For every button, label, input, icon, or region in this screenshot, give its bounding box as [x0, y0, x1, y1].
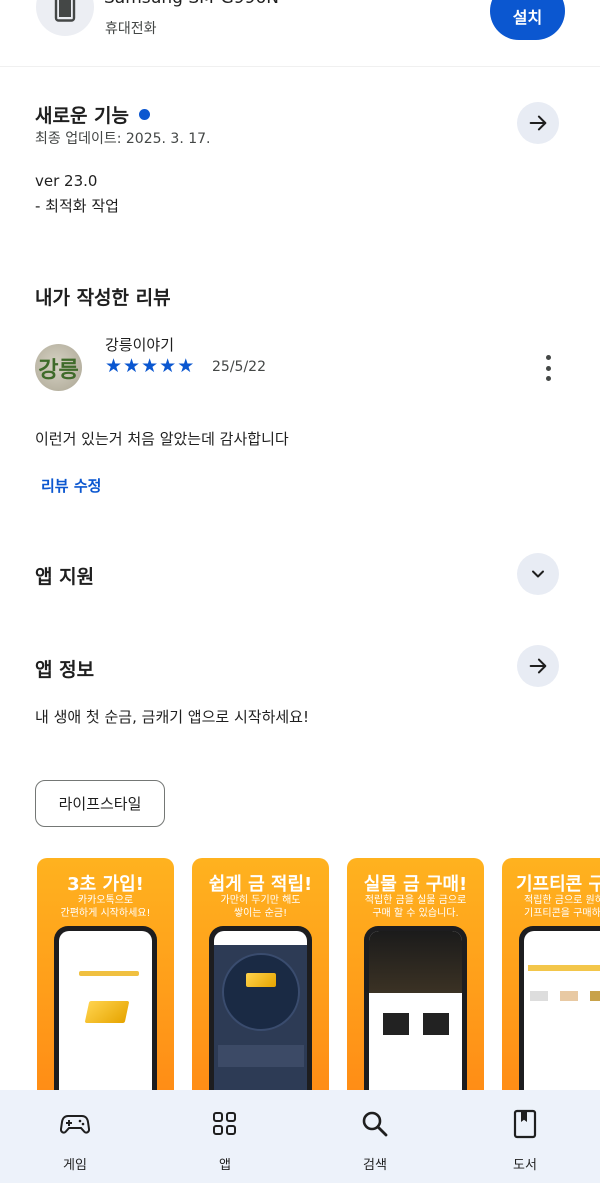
screenshot-title: 3초 가입! — [67, 874, 144, 895]
arrow-right-icon — [529, 115, 547, 131]
screenshot-1[interactable]: 3초 가입! 카카오톡으로 간편하게 시작하세요! — [37, 858, 174, 1108]
new-indicator-dot — [139, 109, 151, 120]
app-support-title[interactable]: 앱 지원 — [35, 562, 94, 589]
nav-label: 게임 — [63, 1158, 87, 1173]
device-type: 휴대전화 — [105, 21, 157, 37]
phone-screen — [59, 931, 152, 1108]
brand-logo — [560, 991, 578, 1001]
category-chip[interactable]: 라이프스타일 — [35, 780, 165, 827]
review-more-options-icon[interactable] — [538, 354, 558, 382]
review-rating-stars: ★ ★ ★ ★ ★ — [105, 356, 194, 376]
whats-new-arrow-button[interactable] — [517, 102, 559, 144]
nav-item-games[interactable]: 게임 — [0, 1090, 150, 1183]
screenshot-title: 실물 금 구매! — [363, 874, 468, 895]
whats-new-title[interactable]: 새로운 기능 — [35, 101, 151, 128]
edit-review-link[interactable]: 리뷰 수정 — [41, 475, 101, 496]
app-info-arrow-button[interactable] — [517, 645, 559, 687]
update-note: - 최적화 작업 — [35, 197, 119, 215]
avatar-image: 강릉 — [38, 356, 79, 383]
category-tabs — [528, 965, 600, 971]
screenshot-4[interactable]: 기프티콘 구 적립한 금으로 원하기프티콘을 구매하세 — [502, 858, 600, 1108]
star-icon: ★ — [123, 355, 141, 377]
screenshot-3[interactable]: 실물 금 구매! 적립한 금을 실물 금으로 구매 할 수 있습니다. — [347, 858, 484, 1108]
brand-logo — [530, 991, 548, 1001]
phone-mockup — [519, 926, 600, 1108]
phone-screen — [214, 931, 307, 1108]
phone-mockup — [364, 926, 467, 1108]
search-icon — [359, 1108, 391, 1140]
phone-mockup — [209, 926, 312, 1108]
reviewer-name: 강릉이야기 — [105, 336, 175, 354]
promo-banner — [369, 931, 462, 993]
review-text: 이런거 있는거 처음 알았는데 감사합니다 — [35, 430, 289, 448]
version-text: ver 23.0 — [35, 172, 98, 190]
screenshot-subtitle: 적립한 금을 실물 금으로 구매 할 수 있습니다. — [364, 895, 467, 919]
star-icon: ★ — [141, 355, 159, 377]
screenshot-subtitle: 카카오톡으로 간편하게 시작하세요! — [60, 895, 151, 919]
product-image — [423, 1013, 449, 1035]
star-icon: ★ — [177, 355, 195, 377]
my-review-title: 내가 작성한 리뷰 — [35, 287, 171, 309]
device-phone-icon — [36, 0, 94, 36]
screenshot-2[interactable]: 쉽게 금 적립! 가만히 두기만 해도 쌓이는 순금! — [192, 858, 329, 1108]
nav-label: 검색 — [363, 1158, 387, 1173]
nav-label: 앱 — [219, 1158, 231, 1173]
nav-item-books[interactable]: 도서 — [450, 1090, 600, 1183]
screenshot-subtitle: 가만히 두기만 해도 쌓이는 순금! — [220, 895, 301, 919]
phone-screen — [524, 931, 600, 1108]
info-box — [218, 1045, 304, 1067]
chevron-down-icon — [532, 570, 544, 578]
gold-bar-image — [84, 1001, 130, 1023]
screenshot-subtitle: 적립한 금으로 원하기프티콘을 구매하세 — [524, 895, 600, 919]
reviewer-avatar: 강릉 — [35, 344, 82, 391]
app-info-title[interactable]: 앱 정보 — [35, 655, 94, 682]
star-icon: ★ — [105, 355, 123, 377]
gold-bar-image — [246, 973, 276, 987]
app-description: 내 생애 첫 순금, 금캐기 앱으로 시작하세요! — [35, 708, 309, 726]
device-name: Samsung SM-G996N — [104, 0, 279, 8]
install-button[interactable]: 설치 — [490, 0, 565, 40]
star-icon: ★ — [159, 355, 177, 377]
arrow-right-icon — [529, 658, 547, 674]
product-image — [383, 1013, 409, 1035]
brand-logo — [590, 991, 600, 1001]
divider — [0, 66, 600, 67]
phone-mockup — [54, 926, 157, 1108]
nav-item-search[interactable]: 검색 — [300, 1090, 450, 1183]
phone-icon — [54, 0, 76, 22]
bottom-navigation: 게임 앱 검색 도서 — [0, 1090, 600, 1183]
phone-screen — [369, 931, 462, 1108]
gamepad-icon — [59, 1108, 91, 1140]
book-icon — [509, 1108, 541, 1140]
app-header-bar — [214, 931, 307, 945]
gold-text-decoration — [79, 971, 139, 976]
nav-item-apps[interactable]: 앱 — [150, 1090, 300, 1183]
apps-grid-icon — [209, 1108, 241, 1140]
screenshot-title: 기프티콘 구 — [516, 874, 600, 895]
last-updated: 최종 업데이트: 2025. 3. 17. — [35, 131, 211, 147]
app-support-expand-button[interactable] — [517, 553, 559, 595]
gold-balance-circle — [222, 953, 300, 1031]
screenshot-title: 쉽게 금 적립! — [208, 874, 313, 895]
review-date: 25/5/22 — [212, 359, 266, 375]
whats-new-title-label: 새로운 기능 — [35, 105, 130, 127]
nav-label: 도서 — [513, 1158, 537, 1173]
